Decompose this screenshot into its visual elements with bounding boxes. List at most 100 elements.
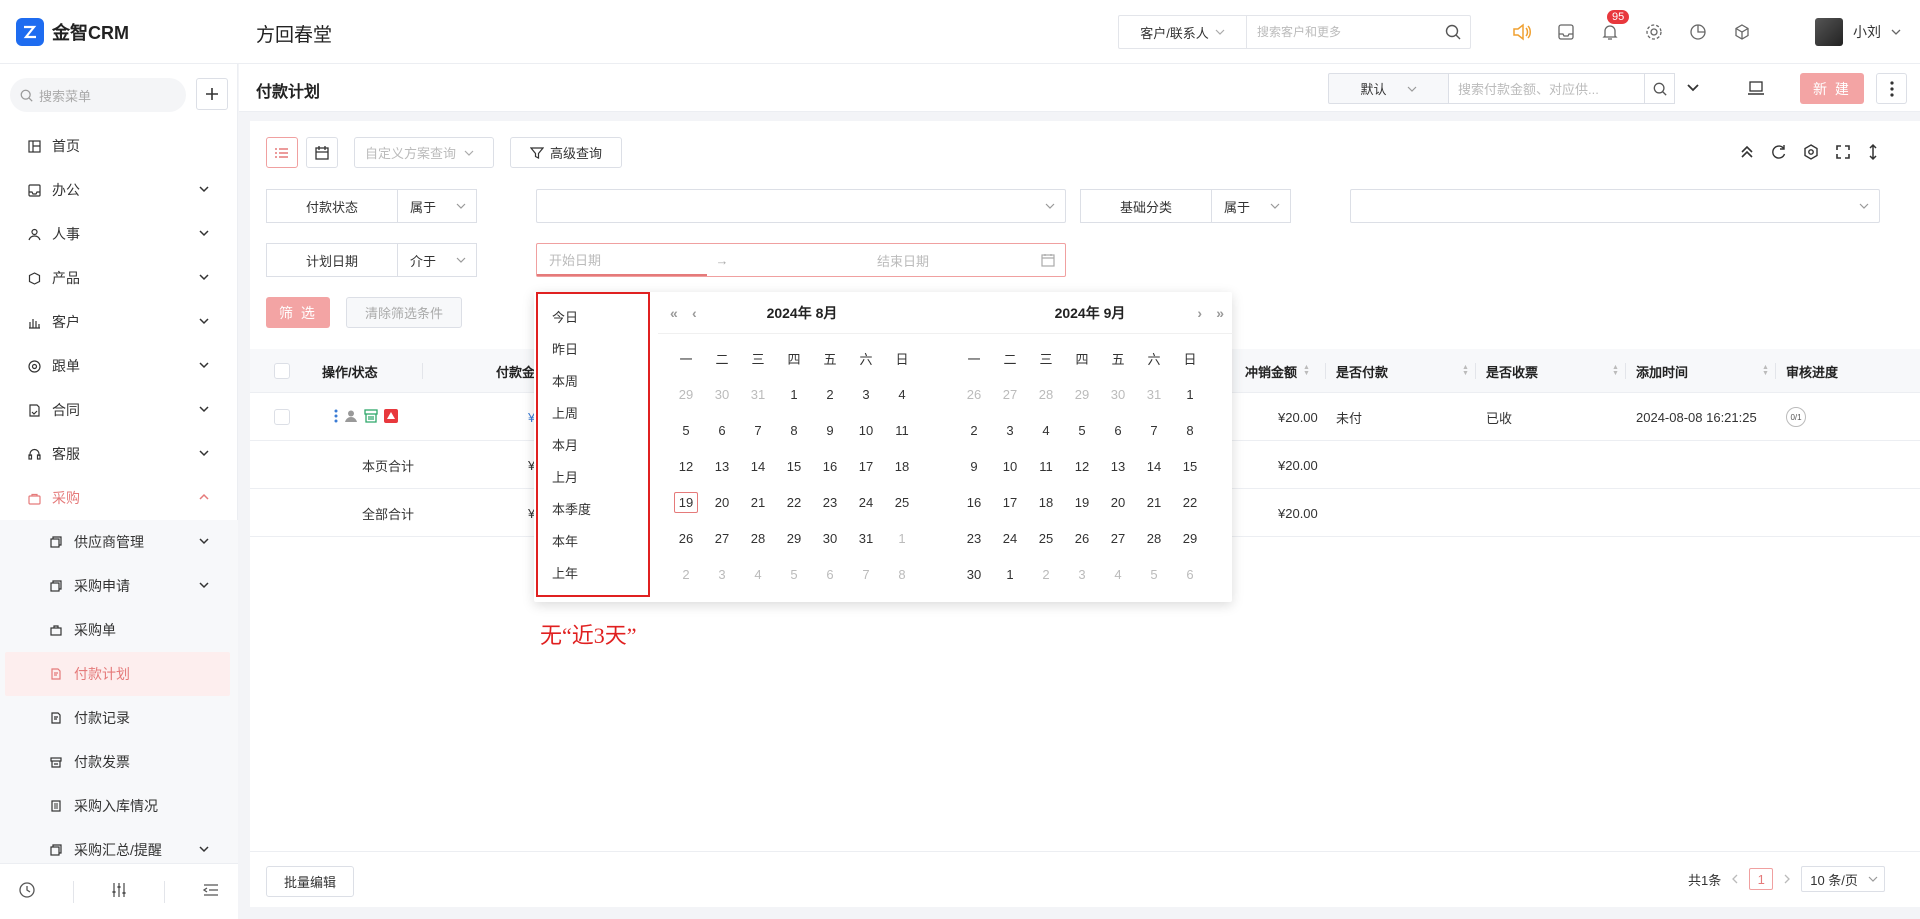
- calendar-day[interactable]: 1: [992, 556, 1028, 592]
- audit-progress[interactable]: 0/1: [1786, 407, 1806, 427]
- calendar-day[interactable]: 22: [776, 484, 812, 520]
- calendar-day[interactable]: 20: [704, 484, 740, 520]
- calendar-day[interactable]: 18: [884, 448, 920, 484]
- global-search-input[interactable]: [1247, 25, 1436, 39]
- gear-icon[interactable]: [1642, 20, 1666, 44]
- cell-audit[interactable]: 0/1: [1786, 393, 1806, 441]
- calendar-day[interactable]: 3: [704, 556, 740, 592]
- calendar-day[interactable]: 2: [668, 556, 704, 592]
- calendar-day[interactable]: 13: [1100, 448, 1136, 484]
- more-icon[interactable]: [334, 409, 338, 426]
- calendar-day[interactable]: 16: [956, 484, 992, 520]
- chevron-left-icon[interactable]: [1731, 872, 1739, 887]
- calendar-day[interactable]: 3: [1064, 556, 1100, 592]
- filter-op-date[interactable]: 介于: [397, 243, 477, 277]
- calendar-day[interactable]: 9: [956, 448, 992, 484]
- preset-item[interactable]: 上月: [538, 460, 648, 492]
- calendar-day[interactable]: 28: [740, 520, 776, 556]
- calendar-day[interactable]: 4: [884, 376, 920, 412]
- history-icon[interactable]: [18, 881, 36, 902]
- calendar-day[interactable]: 3: [848, 376, 884, 412]
- end-date-input[interactable]: 结束日期: [737, 251, 1065, 270]
- calendar-day[interactable]: 17: [848, 448, 884, 484]
- sidebar-item-purchase-order[interactable]: 采购单: [0, 608, 238, 652]
- custom-scheme-select[interactable]: 自定义方案查询: [354, 137, 494, 168]
- menu-search[interactable]: 搜索菜单: [10, 78, 186, 112]
- more-icon[interactable]: [1876, 73, 1907, 104]
- search-icon[interactable]: [1644, 73, 1675, 104]
- list-view-button[interactable]: [266, 137, 298, 168]
- calendar-day[interactable]: 28: [1028, 376, 1064, 412]
- calendar-day[interactable]: 6: [704, 412, 740, 448]
- calendar-day[interactable]: 15: [776, 448, 812, 484]
- calendar-day[interactable]: 18: [1028, 484, 1064, 520]
- calendar-day[interactable]: 4: [740, 556, 776, 592]
- laptop-icon[interactable]: [1747, 79, 1765, 100]
- calendar-day[interactable]: 24: [992, 520, 1028, 556]
- calendar-day[interactable]: 31: [740, 376, 776, 412]
- inbox-icon[interactable]: [1554, 20, 1578, 44]
- calendar-day[interactable]: 5: [668, 412, 704, 448]
- sort-icon[interactable]: ▲ ▼: [1756, 349, 1769, 393]
- double-chevron-right-icon[interactable]: »: [1216, 305, 1224, 321]
- calendar-day[interactable]: 11: [1028, 448, 1064, 484]
- preset-item[interactable]: 今日: [538, 300, 648, 332]
- sidebar-item-payment-plan[interactable]: 付款计划: [5, 652, 230, 696]
- speaker-icon[interactable]: [1510, 20, 1534, 44]
- preset-item[interactable]: 上年: [538, 556, 648, 588]
- col-invoice[interactable]: 是否收票: [1486, 349, 1538, 393]
- sidebar-item-product[interactable]: 产品: [0, 256, 238, 300]
- calendar-day[interactable]: 6: [1100, 412, 1136, 448]
- calendar-day[interactable]: 23: [812, 484, 848, 520]
- start-date-input[interactable]: 开始日期: [537, 244, 707, 276]
- chevron-right-icon[interactable]: [1783, 872, 1791, 887]
- sidebar-item-customer[interactable]: 客户: [0, 300, 238, 344]
- calendar-day[interactable]: 30: [812, 520, 848, 556]
- calendar-day[interactable]: 21: [1136, 484, 1172, 520]
- user-icon[interactable]: [344, 409, 358, 426]
- calendar-day[interactable]: 14: [1136, 448, 1172, 484]
- calendar-day[interactable]: 8: [884, 556, 920, 592]
- calendar-day[interactable]: 14: [740, 448, 776, 484]
- sidebar-item-follow[interactable]: 跟单: [0, 344, 238, 388]
- calendar-day[interactable]: 12: [1064, 448, 1100, 484]
- preset-item[interactable]: 本周: [538, 364, 648, 396]
- bulk-edit-button[interactable]: 批量编辑: [266, 866, 354, 897]
- invoice-icon[interactable]: [364, 408, 378, 426]
- calendar-day[interactable]: 15: [1172, 448, 1208, 484]
- calendar-view-button[interactable]: [306, 137, 338, 168]
- filter-value-status[interactable]: [536, 189, 1066, 223]
- calendar-day[interactable]: 19: [1064, 484, 1100, 520]
- calendar-day[interactable]: 29: [668, 376, 704, 412]
- calendar-day[interactable]: 13: [704, 448, 740, 484]
- calendar-day[interactable]: 6: [812, 556, 848, 592]
- date-range-input[interactable]: 开始日期 → 结束日期: [536, 243, 1066, 277]
- calendar-day[interactable]: 10: [848, 412, 884, 448]
- calendar-day[interactable]: 29: [1172, 520, 1208, 556]
- calendar-day[interactable]: 7: [1136, 412, 1172, 448]
- filter-button[interactable]: 筛 选: [266, 297, 330, 328]
- col-paid[interactable]: 是否付款: [1336, 349, 1388, 393]
- calendar-day[interactable]: 5: [1064, 412, 1100, 448]
- filter-value-category[interactable]: [1350, 189, 1880, 223]
- refresh-icon[interactable]: [1770, 143, 1788, 164]
- sidebar-item-service[interactable]: 客服: [0, 432, 238, 476]
- search-scope-select[interactable]: 客户/联系人: [1119, 16, 1247, 48]
- calendar-day[interactable]: 31: [848, 520, 884, 556]
- calendar-day[interactable]: 26: [668, 520, 704, 556]
- row-height-icon[interactable]: [1866, 143, 1880, 164]
- calendar-day[interactable]: 5: [776, 556, 812, 592]
- calendar-day[interactable]: 28: [1136, 520, 1172, 556]
- calendar-day[interactable]: 24: [848, 484, 884, 520]
- pie-chart-icon[interactable]: [1686, 20, 1710, 44]
- calendar-day[interactable]: 6: [1172, 556, 1208, 592]
- add-menu-button[interactable]: [196, 78, 228, 110]
- sort-icon[interactable]: ▲ ▼: [1606, 349, 1619, 393]
- checkbox[interactable]: [274, 409, 290, 425]
- calendar-day[interactable]: 25: [1028, 520, 1064, 556]
- calendar-day[interactable]: 30: [704, 376, 740, 412]
- page-button-current[interactable]: 1: [1749, 868, 1774, 890]
- app-logo[interactable]: 金智CRM: [16, 18, 129, 46]
- preset-item[interactable]: 本季度: [538, 492, 648, 524]
- sidebar-item-payment-invoice[interactable]: 付款发票: [0, 740, 238, 784]
